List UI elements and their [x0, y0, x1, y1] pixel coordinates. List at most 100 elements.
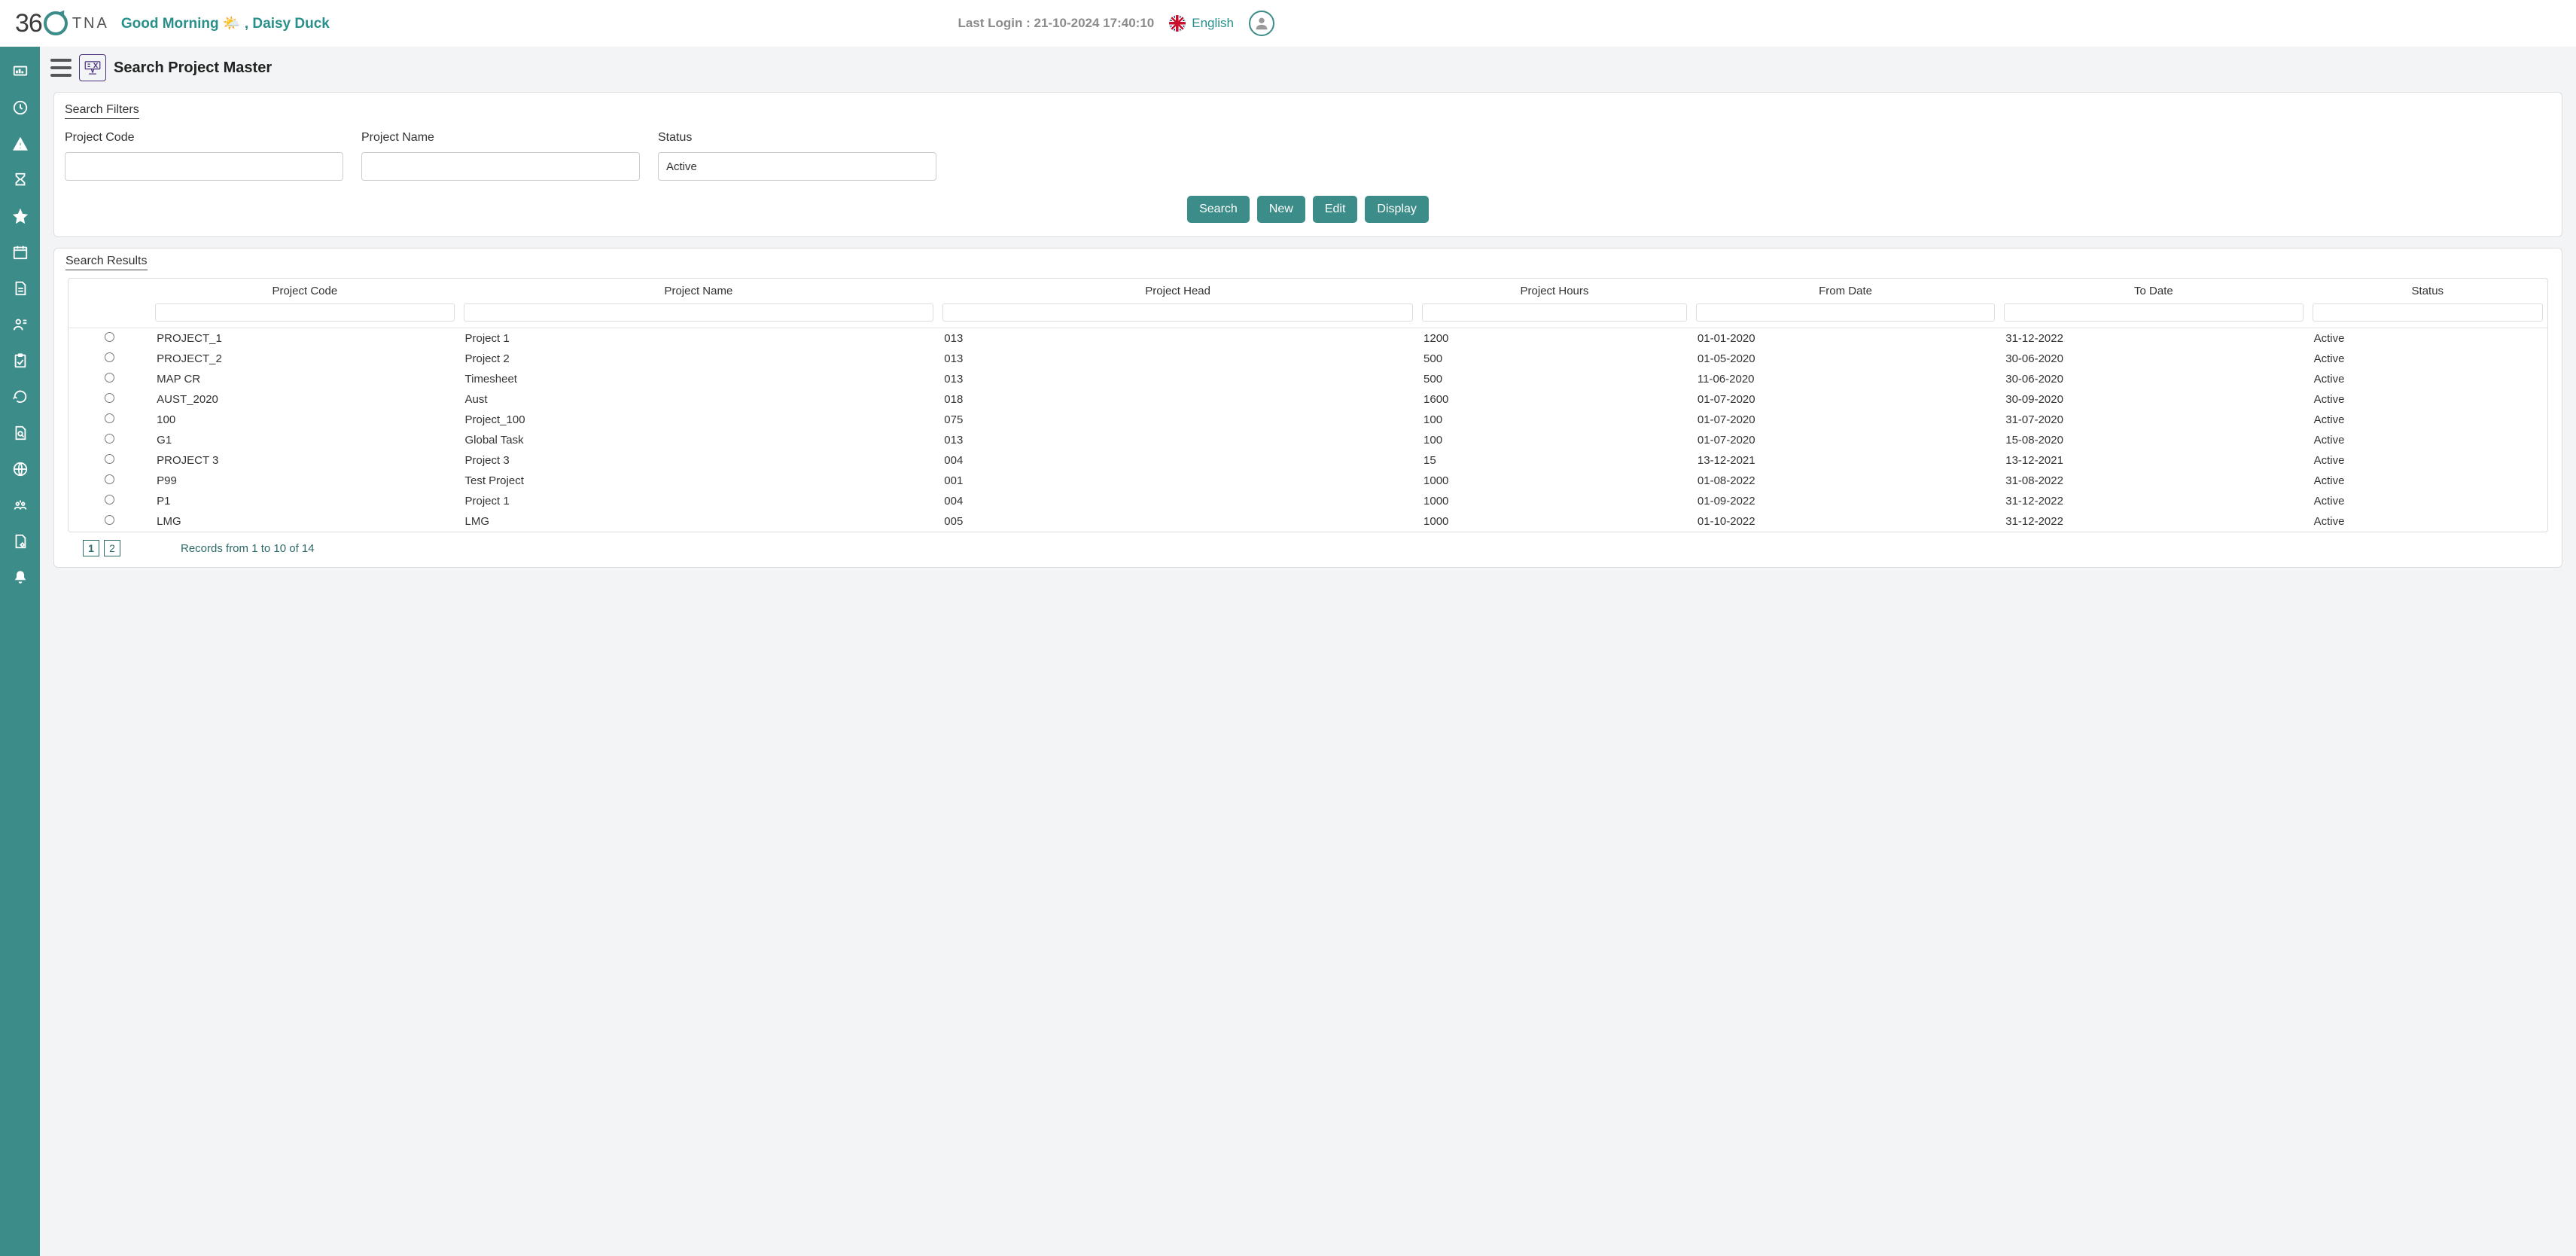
- project-name-input[interactable]: [361, 152, 640, 181]
- cell-code: P99: [151, 471, 458, 491]
- avatar[interactable]: [1249, 11, 1274, 36]
- new-button[interactable]: New: [1257, 196, 1305, 223]
- globe-icon[interactable]: [12, 461, 29, 477]
- row-select-radio[interactable]: [105, 434, 114, 444]
- language-switcher[interactable]: English: [1169, 15, 1234, 32]
- row-select-radio[interactable]: [105, 454, 114, 464]
- cell-head: 013: [938, 369, 1417, 389]
- cell-to: 31-07-2020: [1999, 410, 2307, 430]
- search-button[interactable]: Search: [1187, 196, 1250, 223]
- filter-status: Status Active: [658, 131, 936, 181]
- document-icon[interactable]: [12, 280, 29, 297]
- cell-to: 31-08-2022: [1999, 471, 2307, 491]
- cell-from: 01-07-2020: [1691, 389, 1999, 410]
- table-row[interactable]: P1Project 1004100001-09-202231-12-2022Ac…: [69, 491, 2547, 511]
- table-row[interactable]: PROJECT 3Project 30041513-12-202113-12-2…: [69, 450, 2547, 471]
- col-header-hours[interactable]: Project Hours: [1417, 279, 1691, 300]
- bell-icon[interactable]: [12, 569, 29, 586]
- pager-page[interactable]: 2: [104, 540, 120, 556]
- row-select-radio[interactable]: [105, 393, 114, 403]
- clock-icon[interactable]: [12, 99, 29, 116]
- sidenav: [0, 47, 40, 1256]
- cell-to: 31-12-2022: [1999, 511, 2307, 532]
- cell-head: 004: [938, 491, 1417, 511]
- row-select-radio[interactable]: [105, 373, 114, 383]
- cell-name: Project 3: [459, 450, 939, 471]
- table-row[interactable]: G1Global Task01310001-07-202015-08-2020A…: [69, 430, 2547, 450]
- star-icon[interactable]: [12, 208, 29, 224]
- crowd-icon[interactable]: [12, 497, 29, 514]
- cell-to: 15-08-2020: [1999, 430, 2307, 450]
- table-row[interactable]: P99Test Project001100001-08-202231-08-20…: [69, 471, 2547, 491]
- col-filter-head[interactable]: [942, 303, 1413, 322]
- row-select-radio[interactable]: [105, 515, 114, 525]
- warning-icon[interactable]: [12, 136, 29, 152]
- cell-to: 30-06-2020: [1999, 349, 2307, 369]
- dashboard-icon[interactable]: [12, 63, 29, 80]
- cell-name: Timesheet: [459, 369, 939, 389]
- cell-hours: 100: [1417, 410, 1691, 430]
- language-label: English: [1192, 16, 1234, 31]
- file-search-icon[interactable]: [12, 425, 29, 441]
- col-header-name[interactable]: Project Name: [459, 279, 939, 300]
- cell-status: Active: [2308, 389, 2547, 410]
- last-login-text: Last Login : 21-10-2024 17:40:10: [958, 16, 1154, 31]
- table-row[interactable]: PROJECT_2Project 201350001-05-202030-06-…: [69, 349, 2547, 369]
- hourglass-icon[interactable]: [12, 172, 29, 188]
- pager-page[interactable]: 1: [83, 540, 99, 556]
- cell-from: 01-09-2022: [1691, 491, 1999, 511]
- app-logo: 36 TNA: [15, 9, 109, 38]
- project-code-input[interactable]: [65, 152, 343, 181]
- col-header-head[interactable]: Project Head: [938, 279, 1417, 300]
- table-row[interactable]: MAP CRTimesheet01350011-06-202030-06-202…: [69, 369, 2547, 389]
- col-filter-to[interactable]: [2004, 303, 2303, 322]
- table-row[interactable]: 100Project_10007510001-07-202031-07-2020…: [69, 410, 2547, 430]
- cell-name: Project 2: [459, 349, 939, 369]
- cell-head: 005: [938, 511, 1417, 532]
- cell-code: AUST_2020: [151, 389, 458, 410]
- status-select[interactable]: Active: [658, 152, 936, 181]
- table-filter-row: [69, 300, 2547, 328]
- cell-code: 100: [151, 410, 458, 430]
- cell-status: Active: [2308, 328, 2547, 349]
- table-row[interactable]: PROJECT_1Project 1013120001-01-202031-12…: [69, 328, 2547, 349]
- col-filter-status[interactable]: [2313, 303, 2543, 322]
- calendar-icon[interactable]: [12, 244, 29, 261]
- menu-toggle-button[interactable]: [50, 59, 72, 77]
- cell-from: 01-07-2020: [1691, 410, 1999, 430]
- col-header-status[interactable]: Status: [2308, 279, 2547, 300]
- cell-head: 013: [938, 328, 1417, 349]
- filter-project-name: Project Name: [361, 131, 640, 181]
- cell-code: G1: [151, 430, 458, 450]
- user-icon: [1253, 15, 1270, 32]
- team-icon[interactable]: [12, 316, 29, 333]
- row-select-radio[interactable]: [105, 495, 114, 505]
- cell-from: 01-08-2022: [1691, 471, 1999, 491]
- table-header-row: Project Code Project Name Project Head P…: [69, 279, 2547, 300]
- cell-code: PROJECT_1: [151, 328, 458, 349]
- col-header-to[interactable]: To Date: [1999, 279, 2307, 300]
- cell-from: 01-01-2020: [1691, 328, 1999, 349]
- display-button[interactable]: Display: [1365, 196, 1428, 223]
- clipboard-check-icon[interactable]: [12, 352, 29, 369]
- file-gear-icon[interactable]: [12, 533, 29, 550]
- col-header-code[interactable]: Project Code: [151, 279, 458, 300]
- cell-name: Global Task: [459, 430, 939, 450]
- table-row[interactable]: AUST_2020Aust018160001-07-202030-09-2020…: [69, 389, 2547, 410]
- col-filter-hours[interactable]: [1422, 303, 1687, 322]
- row-select-radio[interactable]: [105, 413, 114, 423]
- col-filter-code[interactable]: [155, 303, 454, 322]
- table-row[interactable]: LMGLMG005100001-10-202231-12-2022Active: [69, 511, 2547, 532]
- search-results-legend: Search Results: [65, 255, 148, 270]
- col-filter-name[interactable]: [464, 303, 934, 322]
- row-select-radio[interactable]: [105, 332, 114, 342]
- row-select-radio[interactable]: [105, 352, 114, 362]
- cell-status: Active: [2308, 511, 2547, 532]
- cell-from: 01-10-2022: [1691, 511, 1999, 532]
- col-filter-from[interactable]: [1696, 303, 1995, 322]
- refresh-icon[interactable]: [12, 389, 29, 405]
- edit-button[interactable]: Edit: [1313, 196, 1358, 223]
- cell-hours: 1000: [1417, 471, 1691, 491]
- col-header-from[interactable]: From Date: [1691, 279, 1999, 300]
- row-select-radio[interactable]: [105, 474, 114, 484]
